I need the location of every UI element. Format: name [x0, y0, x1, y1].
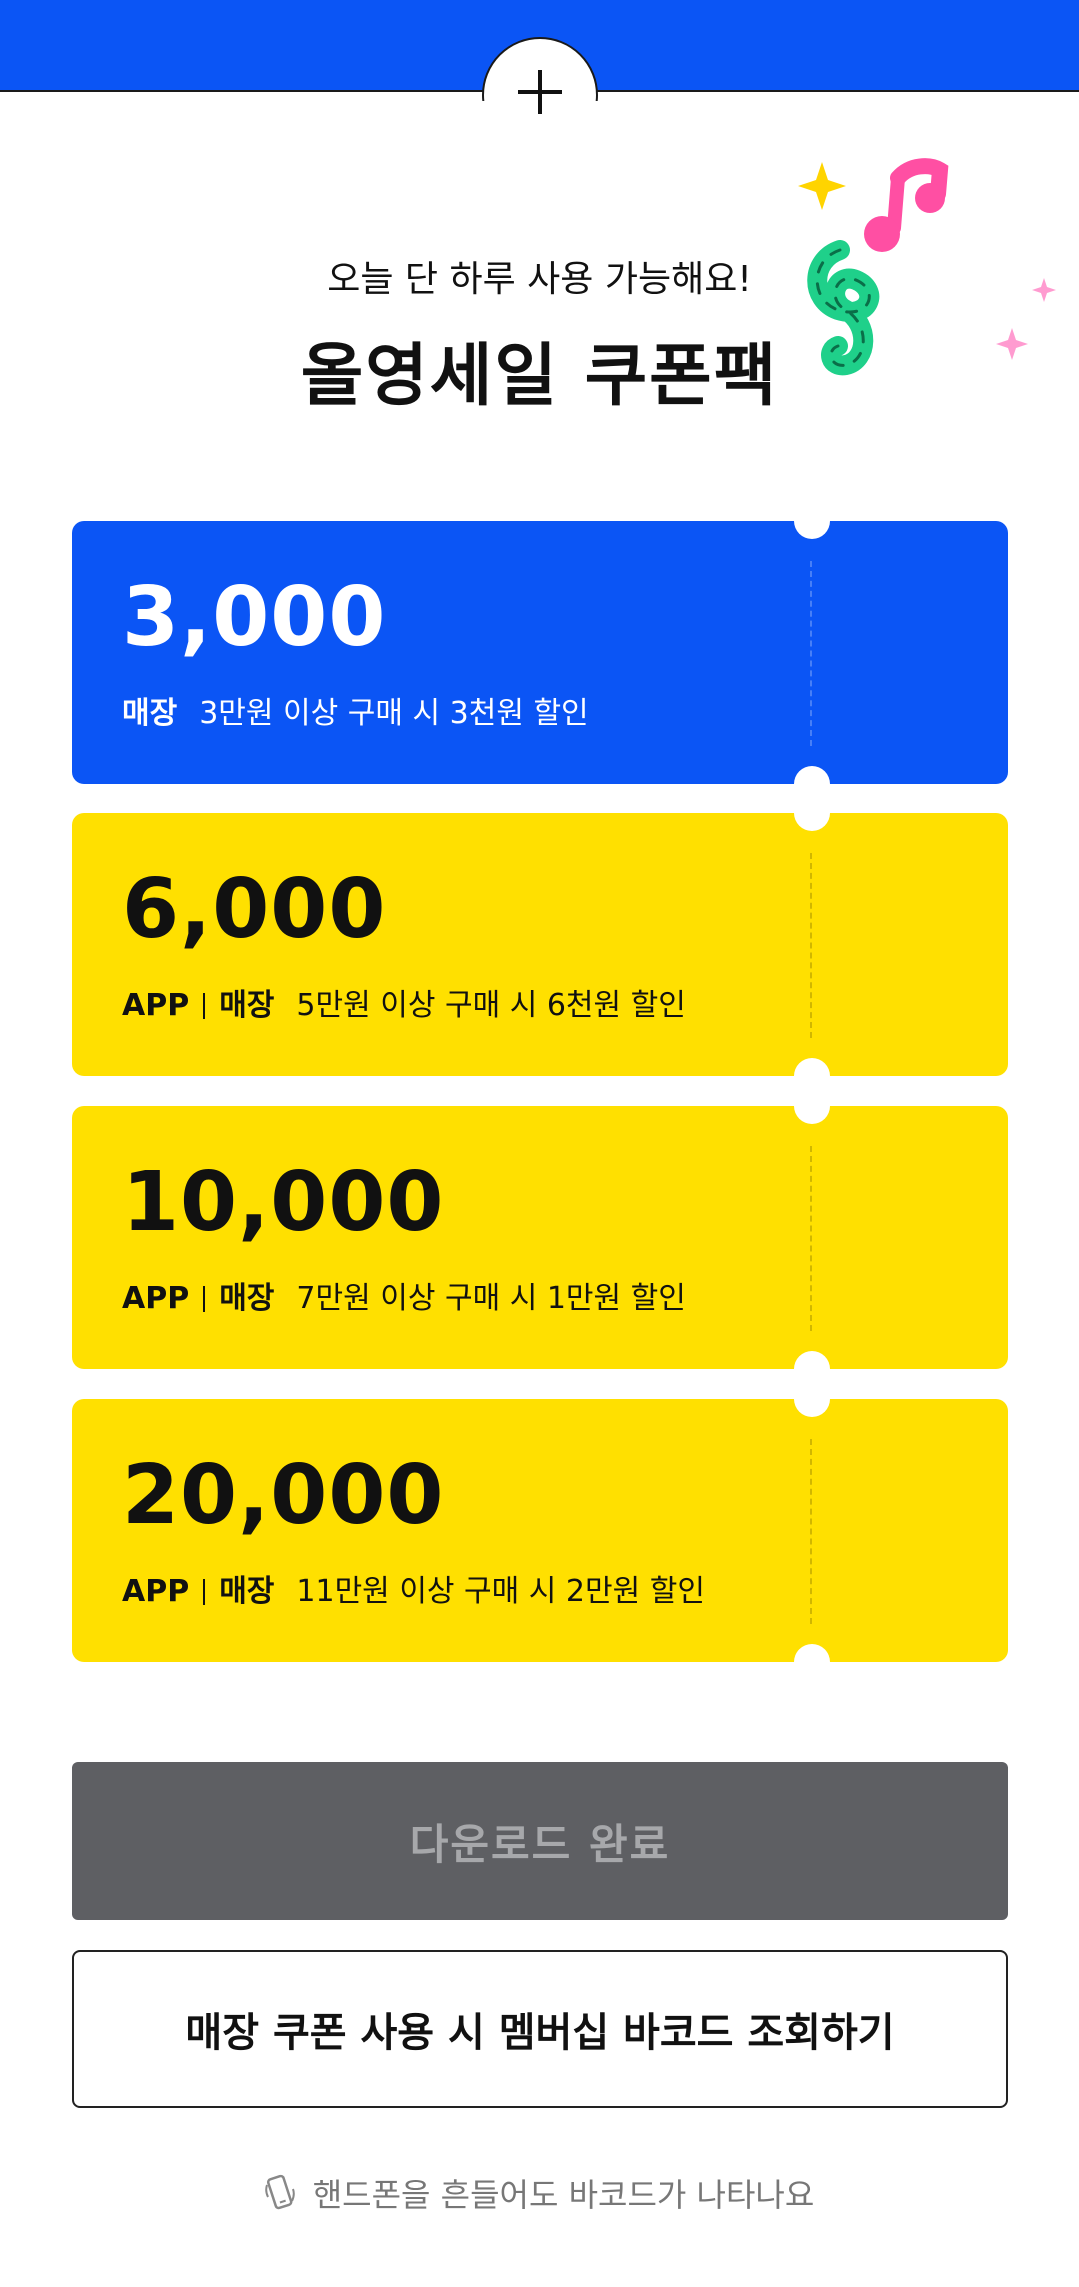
- coupon-amount: 6,000: [122, 862, 387, 957]
- shake-hint-text: 핸드폰을 흔들어도 바코드가 나타나요: [312, 2176, 815, 2214]
- coupon-amount: 10,000: [122, 1155, 445, 1250]
- ticket-notch: [794, 1381, 830, 1417]
- coupon-condition: 11만원 이상 구매 시 2만원 할인: [296, 1574, 705, 1609]
- view-barcode-button[interactable]: 매장 쿠폰 사용 시 멤버십 바코드 조회하기: [72, 1950, 1008, 2108]
- coupon-condition: 5만원 이상 구매 시 6천원 할인: [296, 988, 686, 1023]
- coupon-card[interactable]: 6,000 APP 매장 5만원 이상 구매 시 6천원 할인: [72, 795, 1008, 1094]
- perforation-line: [810, 561, 812, 746]
- coupon-condition: 7만원 이상 구매 시 1만원 할인: [296, 1281, 686, 1316]
- music-notes-sparkles-icon: [798, 158, 1056, 376]
- channel-tag-store: 매장: [219, 988, 275, 1023]
- coupon-description: APP 매장 5만원 이상 구매 시 6천원 할인: [122, 991, 686, 1021]
- ticket-notch: [794, 1088, 830, 1124]
- channel-tag-store: 매장: [122, 696, 178, 731]
- coupon-description: APP 매장 11만원 이상 구매 시 2만원 할인: [122, 1577, 705, 1607]
- ticket-notch: [794, 795, 830, 831]
- coupon-card[interactable]: 20,000 APP 매장 11만원 이상 구매 시 2만원 할인: [72, 1381, 1008, 1680]
- coupon-card[interactable]: 10,000 APP 매장 7만원 이상 구매 시 1만원 할인: [72, 1088, 1008, 1387]
- coupon-condition: 3만원 이상 구매 시 3천원 할인: [199, 696, 589, 731]
- coupon-amount: 20,000: [122, 1448, 445, 1543]
- ticket-notch: [794, 503, 830, 539]
- coupon-description: 매장 3만원 이상 구매 시 3천원 할인: [122, 699, 589, 729]
- download-complete-button[interactable]: 다운로드 완료: [72, 1762, 1008, 1920]
- shake-hint: 핸드폰을 흔들어도 바코드가 나타나요: [0, 2170, 1079, 2216]
- channel-tag-store: 매장: [219, 1281, 275, 1316]
- separator: [203, 993, 206, 1019]
- coupon-description: APP 매장 7만원 이상 구매 시 1만원 할인: [122, 1284, 686, 1314]
- perforation-line: [810, 1439, 812, 1624]
- perforation-line: [810, 853, 812, 1038]
- ticket-notch: [794, 1644, 830, 1680]
- channel-tag-app: APP: [122, 1574, 190, 1609]
- coupon-card[interactable]: 3,000 매장 3만원 이상 구매 시 3천원 할인: [72, 503, 1008, 802]
- channel-tag-app: APP: [122, 988, 190, 1023]
- perforation-line: [810, 1146, 812, 1331]
- plus-icon[interactable]: [518, 70, 562, 114]
- channel-tag-app: APP: [122, 1281, 190, 1316]
- shake-phone-icon: [264, 2174, 295, 2210]
- separator: [203, 1286, 206, 1312]
- channel-tag-store: 매장: [219, 1574, 275, 1609]
- separator: [203, 1579, 206, 1605]
- coupon-amount: 3,000: [122, 570, 387, 665]
